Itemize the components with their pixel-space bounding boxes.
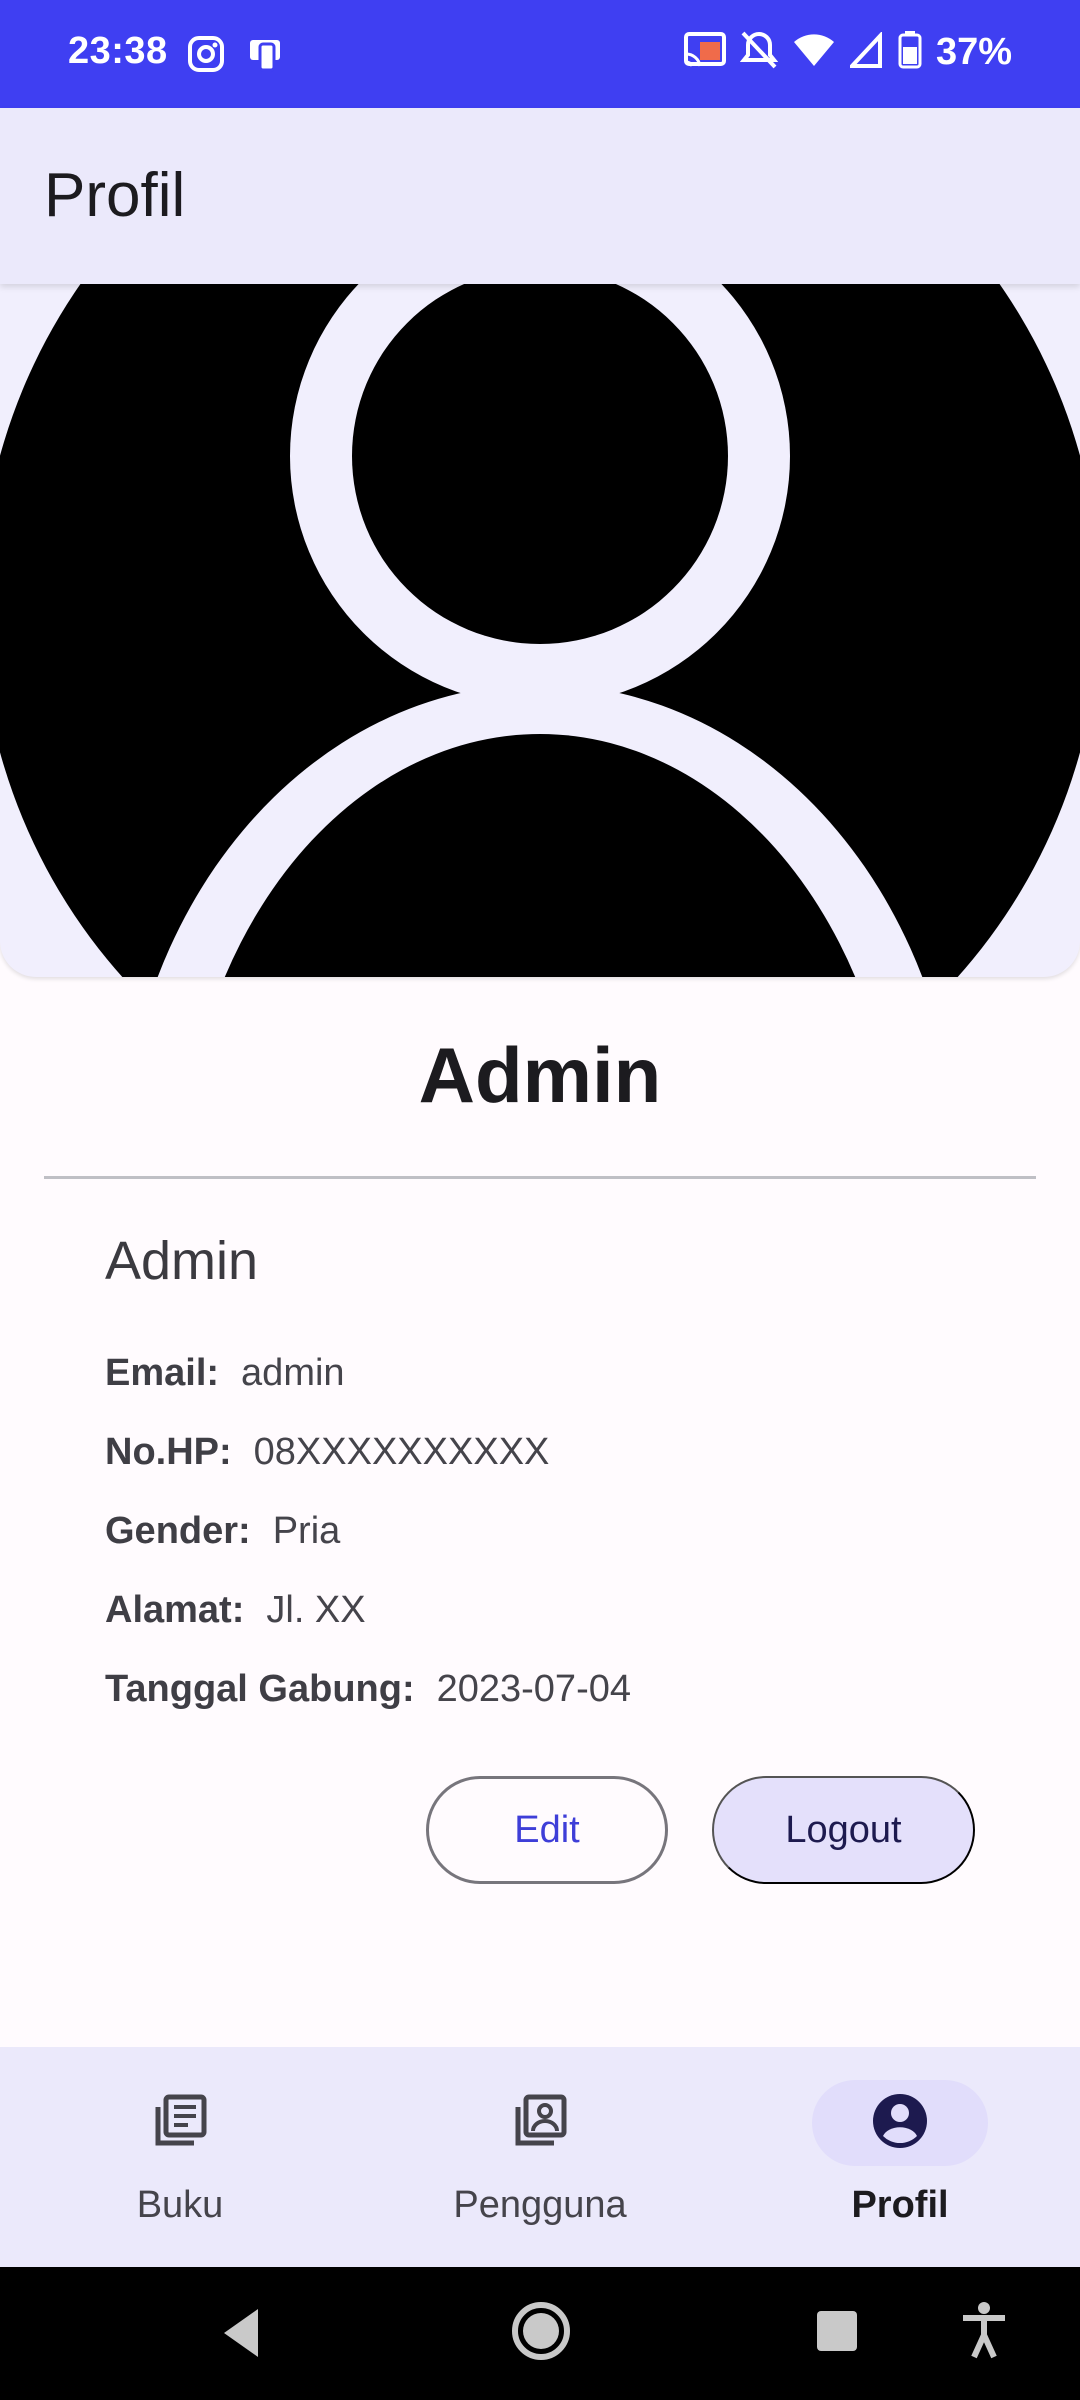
nav-item-buku[interactable]: Buku xyxy=(0,2047,360,2267)
detail-label: Gender: xyxy=(105,1510,251,1552)
detail-label: Email: xyxy=(105,1352,220,1394)
status-left-icons xyxy=(186,34,286,79)
status-right-icons: 37% xyxy=(683,30,1012,75)
nav-label: Pengguna xyxy=(453,2184,627,2226)
detail-row-address: Alamat: Jl. XX xyxy=(105,1589,366,1632)
user-album-icon xyxy=(510,2091,570,2156)
battery-percent: 37% xyxy=(935,31,1012,73)
account-circle-icon xyxy=(870,2091,930,2156)
detail-label: No.HP: xyxy=(105,1431,232,1473)
battery-icon xyxy=(898,31,922,74)
nav-label: Buku xyxy=(136,2184,224,2226)
detail-row-join-date: Tanggal Gabung: 2023-07-04 xyxy=(105,1668,631,1711)
profile-avatar-card xyxy=(0,284,1080,977)
detail-value: Pria xyxy=(272,1510,341,1552)
wifi-icon xyxy=(792,32,836,73)
detail-value: 2023-07-04 xyxy=(436,1668,631,1710)
instagram-icon xyxy=(186,34,226,79)
book-list-icon xyxy=(150,2091,210,2156)
detail-row-gender: Gender: Pria xyxy=(105,1510,340,1553)
detail-value: Jl. XX xyxy=(266,1589,366,1631)
detail-label: Alamat: xyxy=(105,1589,245,1631)
bottom-navigation: Buku Pengguna Profil xyxy=(0,2047,1080,2267)
profile-name: Admin xyxy=(105,1231,259,1291)
signal-icon xyxy=(847,30,884,73)
divider xyxy=(44,1176,1036,1179)
detail-row-phone: No.HP: 08XXXXXXXXXX xyxy=(105,1431,549,1474)
edit-button[interactable]: Edit xyxy=(426,1776,668,1884)
detail-value: 08XXXXXXXXXX xyxy=(253,1431,550,1473)
top-app-bar: Profil xyxy=(0,108,1080,284)
detail-row-email: Email: admin xyxy=(105,1352,345,1395)
logout-button[interactable]: Logout xyxy=(712,1776,975,1884)
detail-label: Tanggal Gabung: xyxy=(105,1668,415,1710)
recents-icon[interactable] xyxy=(815,2309,859,2358)
accessibility-icon[interactable] xyxy=(960,2301,1008,2364)
cast-icon xyxy=(683,32,726,73)
back-icon[interactable] xyxy=(218,2303,262,2368)
phone-device-icon xyxy=(246,34,286,79)
page-title: Profil xyxy=(44,161,186,230)
status-bar: 23:38 37% xyxy=(0,0,1080,108)
avatar-person-icon xyxy=(0,284,1080,977)
system-navigation-bar xyxy=(0,2267,1080,2400)
detail-value: admin xyxy=(241,1352,345,1394)
nav-item-pengguna[interactable]: Pengguna xyxy=(360,2047,720,2267)
nav-label: Profil xyxy=(851,2184,949,2226)
bell-off-icon xyxy=(739,30,779,75)
status-time: 23:38 xyxy=(68,30,168,72)
nav-item-profil[interactable]: Profil xyxy=(720,2047,1080,2267)
profile-display-name: Admin xyxy=(418,1031,662,1119)
home-icon[interactable] xyxy=(510,2300,572,2367)
